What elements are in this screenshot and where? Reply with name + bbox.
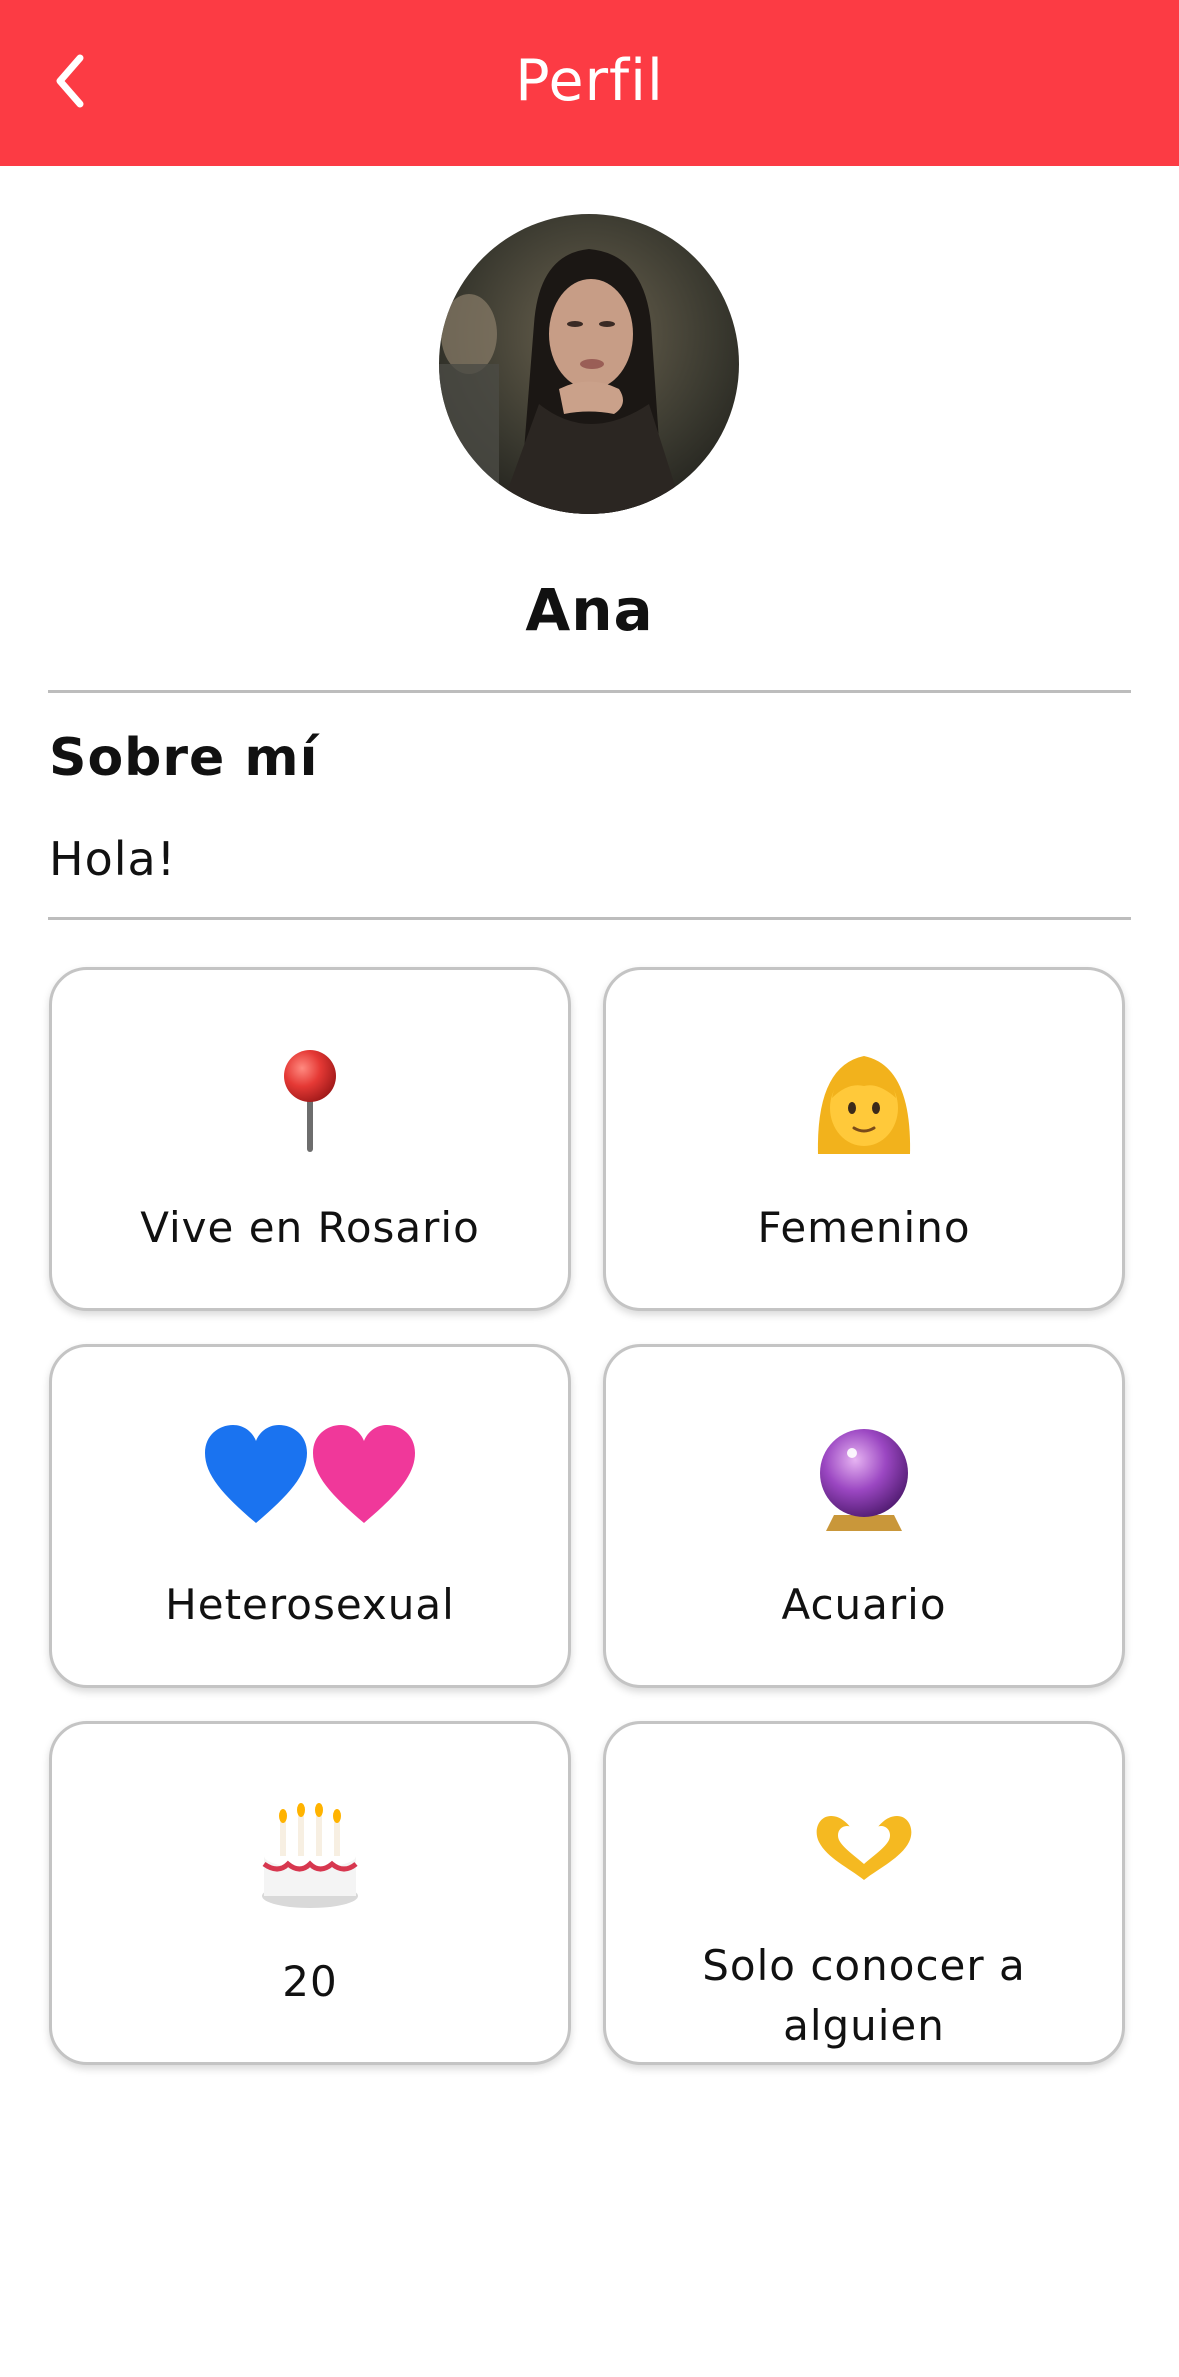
- blue-pink-hearts-icon: [52, 1423, 568, 1543]
- info-card-orientation: Heterosexual: [49, 1344, 571, 1688]
- info-card-looking-for: Solo conocer a alguien: [603, 1721, 1125, 2065]
- card-label: 20: [282, 1957, 338, 2006]
- pushpin-icon: [52, 1046, 568, 1172]
- card-label: Heterosexual: [165, 1580, 455, 1629]
- avatar: [439, 214, 739, 514]
- card-label: Femenino: [757, 1203, 971, 1252]
- app-header: Perfil: [0, 0, 1179, 166]
- birthday-cake-icon: [52, 1800, 568, 1926]
- woman-icon: [606, 1046, 1122, 1172]
- about-title: Sobre mí: [49, 728, 319, 788]
- card-label: Acuario: [781, 1580, 947, 1629]
- card-label: Solo conocer a alguien: [702, 1941, 1026, 2050]
- divider: [48, 917, 1131, 920]
- crystal-ball-icon: [606, 1423, 1122, 1549]
- about-text: Hola!: [49, 832, 177, 886]
- card-label: Vive en Rosario: [140, 1203, 480, 1252]
- heart-hands-icon: [606, 1800, 1122, 1904]
- info-card-age: 20: [49, 1721, 571, 2065]
- info-card-zodiac: Acuario: [603, 1344, 1125, 1688]
- info-card-location: Vive en Rosario: [49, 967, 571, 1311]
- profile-name: Ana: [525, 576, 654, 644]
- info-card-gender: Femenino: [603, 967, 1125, 1311]
- page-title: Perfil: [515, 48, 664, 114]
- divider: [48, 690, 1131, 693]
